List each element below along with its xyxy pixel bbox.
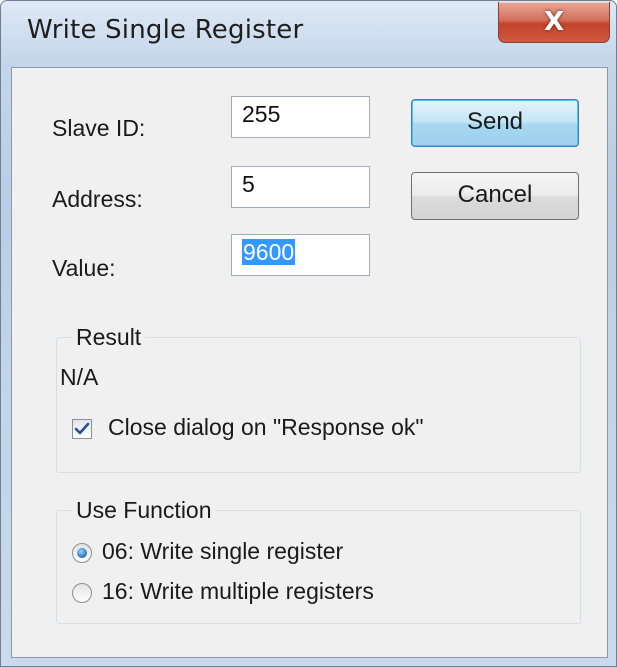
slave-id-input[interactable]: 255 bbox=[231, 96, 370, 138]
result-group-title: Result bbox=[72, 324, 146, 351]
close-icon: X bbox=[543, 7, 565, 37]
slave-id-label: Slave ID: bbox=[52, 115, 146, 141]
address-label: Address: bbox=[52, 186, 143, 212]
radio-write-single-register-label[interactable]: 06: Write single register bbox=[102, 538, 343, 565]
dialog-client-area: Slave ID: 255 Address: 5 Value: 9600 Sen… bbox=[11, 67, 608, 658]
value-input[interactable]: 9600 bbox=[231, 234, 370, 276]
radio-write-multiple-registers-label[interactable]: 16: Write multiple registers bbox=[102, 578, 374, 605]
value-input-selected-text: 9600 bbox=[242, 239, 296, 265]
value-label: Value: bbox=[52, 255, 116, 281]
checkmark-icon bbox=[74, 422, 90, 435]
send-button[interactable]: Send bbox=[411, 99, 579, 147]
close-on-ok-label[interactable]: Close dialog on "Response ok" bbox=[108, 414, 424, 441]
address-input[interactable]: 5 bbox=[231, 166, 370, 208]
close-button[interactable]: X bbox=[498, 2, 610, 43]
result-status-text: N/A bbox=[60, 364, 99, 390]
radio-write-multiple-registers[interactable] bbox=[72, 583, 92, 603]
cancel-button[interactable]: Cancel bbox=[411, 172, 579, 220]
use-function-group-title: Use Function bbox=[72, 497, 216, 524]
dialog-window: Write Single Register X Slave ID: 255 Ad… bbox=[0, 0, 617, 667]
result-group bbox=[56, 337, 581, 473]
radio-selected-dot bbox=[77, 548, 87, 558]
radio-write-single-register[interactable] bbox=[72, 543, 92, 563]
window-title: Write Single Register bbox=[27, 15, 304, 45]
close-on-ok-checkbox[interactable] bbox=[72, 419, 92, 439]
use-function-group bbox=[56, 510, 581, 624]
